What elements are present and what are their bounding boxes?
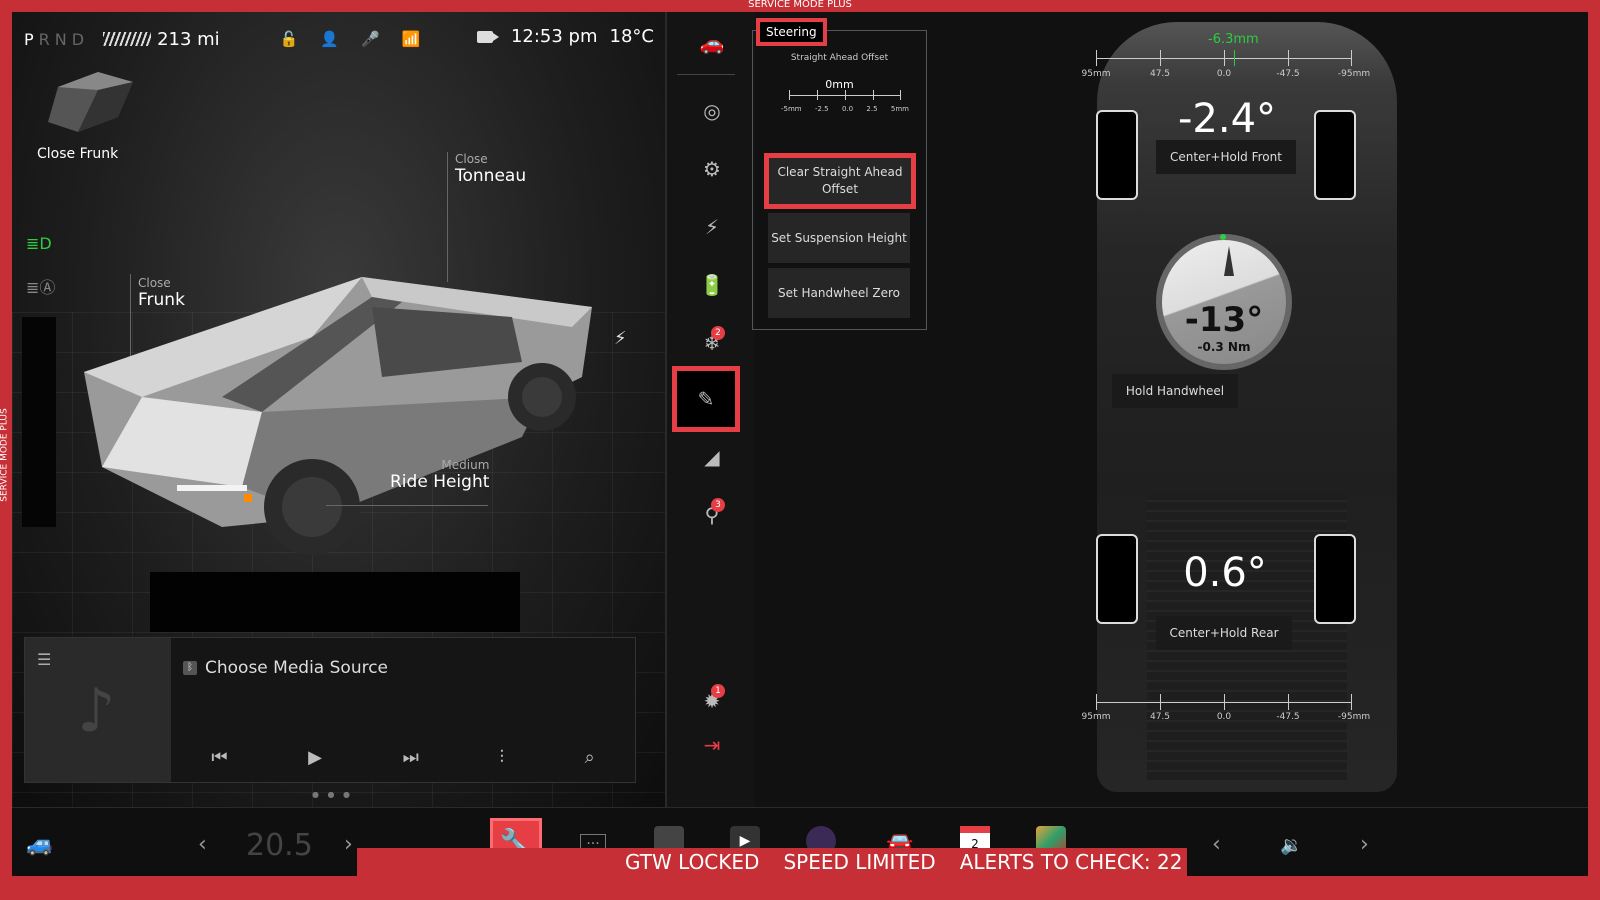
volume-up-chevron-icon[interactable]: › xyxy=(1360,832,1369,857)
debug-badge: 1 xyxy=(711,684,725,698)
clock-time: 12:53 pm xyxy=(510,26,598,47)
center-hold-rear-button[interactable]: Center+Hold Rear xyxy=(1156,616,1292,650)
next-track-icon[interactable]: ⏭ xyxy=(403,747,419,768)
profile-icon[interactable]: 👤 xyxy=(320,30,339,48)
redacted-area xyxy=(150,572,520,632)
handwheel-zero-marker xyxy=(1220,234,1226,240)
nav-divider xyxy=(677,74,735,75)
camera-icon[interactable] xyxy=(476,30,499,43)
rear-right-wheel xyxy=(1314,534,1356,624)
ride-height-callout[interactable]: Medium Ride Height xyxy=(390,458,489,492)
hold-handwheel-button[interactable]: Hold Handwheel xyxy=(1112,374,1238,408)
handwheel-gauge: -13° -0.3 Nm xyxy=(1156,234,1292,370)
media-source-button[interactable]: ᛒ Choose Media Source xyxy=(183,658,388,678)
volume-icon[interactable]: 🔉 xyxy=(1280,835,1302,856)
wifi-icon: 📶 xyxy=(401,30,421,48)
nav-climate-icon[interactable]: ❄ 2 xyxy=(687,320,737,366)
center-hold-front-button[interactable]: Center+Hold Front xyxy=(1156,140,1296,174)
climate-badge: 2 xyxy=(711,326,725,340)
front-offset-readout: -6.3mm xyxy=(1208,32,1259,47)
page-dots: ● ● ● xyxy=(312,790,354,799)
range-text: 213 mi xyxy=(157,28,220,50)
speed-limited-text: SPEED LIMITED xyxy=(783,850,936,874)
status-bar: PRND 213 mi 🔓 👤 🎤 📶 12:53 pm 18°C xyxy=(24,26,654,52)
handwheel-needle xyxy=(1224,246,1234,276)
charge-port-icon[interactable]: ⚡ xyxy=(614,328,627,349)
alerts-count-text[interactable]: ALERTS TO CHECK: 22 xyxy=(960,850,1183,874)
steering-panel: Straight Ahead Offset 0mm -5mm -2.5 0.0 2.5… xyxy=(752,30,927,330)
exit-service-icon[interactable]: ⇥ xyxy=(687,722,737,768)
nav-power-icon[interactable]: ⚡ xyxy=(687,204,737,250)
handwheel-angle: -13° xyxy=(1184,300,1264,340)
nav-steering-icon[interactable]: ◎ xyxy=(687,88,737,134)
rear-scale xyxy=(1096,694,1352,710)
battery-icon xyxy=(103,32,152,46)
album-art: ☰ ♪ xyxy=(25,638,171,782)
handwheel-torque: -0.3 Nm xyxy=(1197,340,1251,354)
front-right-wheel xyxy=(1314,110,1356,200)
service-banner-left: SERVICE MODE PLUS xyxy=(0,408,10,502)
offset-ruler-labels: -5mm -2.5 0.0 2.5 5mm xyxy=(781,105,909,113)
gear-indicator: PRND xyxy=(24,29,90,49)
service-nav: 🚗 ◎ ⚙ ⚡ 🔋 ❄ 2 ✎ ◢ ⚲ 3 ✹ 1 ⇥ xyxy=(665,12,755,807)
nav-door-icon[interactable]: ◢ xyxy=(687,434,737,480)
nav-battery-icon[interactable]: 🔋 xyxy=(687,262,737,308)
temp-up-chevron-icon[interactable]: › xyxy=(344,832,353,857)
alignment-view: -6.3mm 95mm 47.5 0.0 -47.5 -95mm -2.4° C… xyxy=(1052,12,1422,807)
main-screen: PRND 213 mi 🔓 👤 🎤 📶 12:53 pm 18°C Close … xyxy=(12,12,1588,876)
offset-title: Straight Ahead Offset xyxy=(790,53,889,63)
nav-debug-icon[interactable]: ✹ 1 xyxy=(687,678,737,724)
front-left-wheel xyxy=(1096,110,1138,200)
volume-down-chevron-icon[interactable]: ‹ xyxy=(1212,832,1221,857)
offset-ruler xyxy=(789,90,901,100)
queue-icon[interactable]: ☰ xyxy=(37,650,51,669)
set-handwheel-zero-button[interactable]: Set Handwheel Zero xyxy=(768,268,910,318)
close-frunk-thumb-label[interactable]: Close Frunk xyxy=(37,146,118,162)
nav-tools-icon[interactable]: ✎ xyxy=(672,366,740,432)
media-player: ☰ ♪ ᛒ Choose Media Source ⏮ ▶ ⏭ ⫶ ⌕ xyxy=(24,637,636,783)
rear-left-wheel xyxy=(1096,534,1138,624)
nav-chip-icon[interactable]: ⚙ xyxy=(687,146,737,192)
tonneau-leader-line xyxy=(447,152,448,282)
play-icon[interactable]: ▶ xyxy=(308,747,322,768)
auto-headlight-icon[interactable]: ≣Ⓐ xyxy=(26,274,55,298)
steering-tab[interactable]: Steering xyxy=(756,18,827,46)
music-note-icon: ♪ xyxy=(77,676,116,746)
cybertruck-model xyxy=(84,277,592,555)
service-alert-bar: GTW LOCKED SPEED LIMITED ALERTS TO CHECK… xyxy=(357,848,1187,876)
front-angle: -2.4° xyxy=(1177,96,1277,142)
service-banner-top: SERVICE MODE PLUS xyxy=(748,0,852,10)
gtw-locked-text: GTW LOCKED xyxy=(625,850,760,874)
nav-vehicle-icon[interactable]: 🚗 xyxy=(687,20,737,66)
vehicle-panel: PRND 213 mi 🔓 👤 🎤 📶 12:53 pm 18°C Close … xyxy=(12,12,665,807)
car-home-icon[interactable]: 🚙 xyxy=(26,832,53,857)
frunk-thumbnail[interactable] xyxy=(38,62,138,137)
headlight-icon[interactable]: ≣D xyxy=(26,234,52,253)
search-icon[interactable]: ⌕ xyxy=(585,747,595,768)
safety-badge: 3 xyxy=(711,498,725,512)
ride-height-leader-line xyxy=(326,505,488,506)
nav-safety-icon[interactable]: ⚲ 3 xyxy=(687,492,737,538)
left-edge-bar xyxy=(22,317,56,527)
set-suspension-height-button[interactable]: Set Suspension Height xyxy=(768,213,910,263)
temp-down-chevron-icon[interactable]: ‹ xyxy=(198,832,207,857)
rear-angle: 0.6° xyxy=(1183,550,1267,596)
previous-track-icon[interactable]: ⏮ xyxy=(211,747,227,768)
equalizer-icon[interactable]: ⫶ xyxy=(499,747,504,768)
outside-temp: 18°C xyxy=(609,26,654,47)
clear-offset-button[interactable]: Clear Straight Ahead Offset xyxy=(764,153,916,209)
unlock-icon[interactable]: 🔓 xyxy=(280,30,299,48)
bluetooth-icon: ᛒ xyxy=(183,661,197,675)
temp-setpoint[interactable]: 20.5 xyxy=(246,828,313,863)
front-scale xyxy=(1096,50,1352,66)
mic-icon[interactable]: 🎤 xyxy=(361,30,380,48)
close-tonneau-callout[interactable]: Close Tonneau xyxy=(455,152,526,186)
